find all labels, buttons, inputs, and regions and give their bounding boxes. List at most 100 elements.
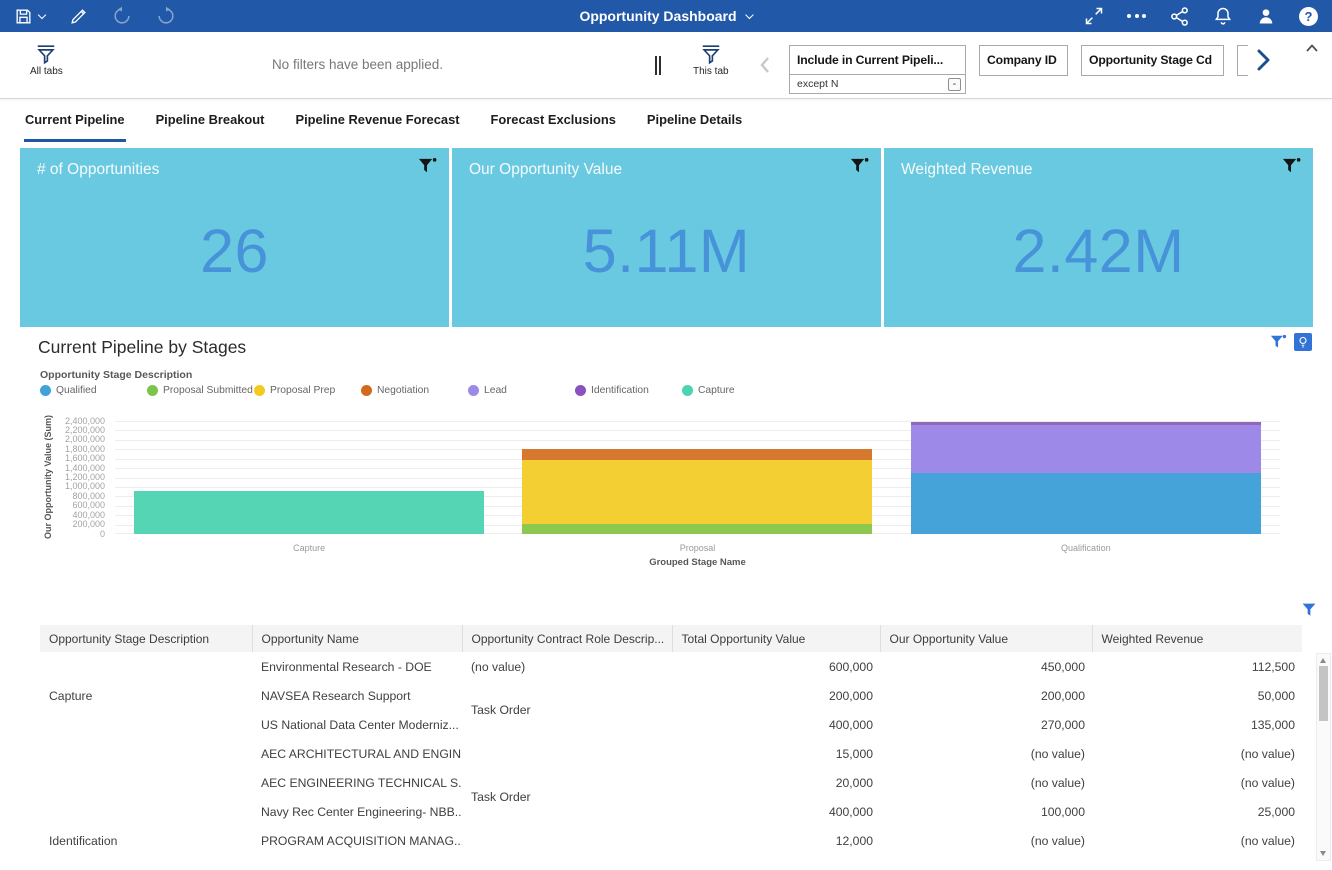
table-cell[interactable]: 600,000 bbox=[672, 652, 880, 681]
dashboard-title-menu[interactable]: Opportunity Dashboard bbox=[579, 0, 752, 32]
scroll-down-arrow[interactable] bbox=[1320, 851, 1326, 856]
redo-button[interactable] bbox=[156, 6, 176, 26]
kpi-filter-button[interactable] bbox=[850, 157, 869, 176]
table-cell[interactable]: Capture bbox=[40, 652, 252, 739]
legend-label: Capture bbox=[698, 385, 735, 396]
table-filter-button[interactable] bbox=[1301, 602, 1317, 618]
bar-segment-proposal-prep[interactable] bbox=[522, 460, 872, 524]
table-cell[interactable]: 135,000 bbox=[1092, 710, 1302, 739]
table-cell[interactable]: PROGRAM ACQUISITION MANAG... bbox=[252, 826, 462, 855]
tab-current-pipeline[interactable]: Current Pipeline bbox=[24, 100, 126, 142]
table-cell[interactable]: 400,000 bbox=[672, 797, 880, 826]
help-button[interactable]: ? bbox=[1299, 7, 1318, 26]
table-cell[interactable]: 12,000 bbox=[672, 826, 880, 855]
table-cell[interactable]: AEC ENGINEERING TECHNICAL S... bbox=[252, 768, 462, 797]
undo-button[interactable] bbox=[112, 6, 132, 26]
remove-filter-condition-button[interactable]: - bbox=[948, 78, 961, 91]
legend-item-qualified[interactable]: Qualified bbox=[40, 385, 147, 396]
share-button[interactable] bbox=[1169, 6, 1190, 27]
edit-button[interactable] bbox=[69, 7, 88, 26]
bar-segment-identification[interactable] bbox=[911, 422, 1261, 425]
bar-segment-capture[interactable] bbox=[134, 491, 484, 534]
column-header-opportunity-stage-description[interactable]: Opportunity Stage Description bbox=[40, 625, 252, 652]
chips-scroll-left-button[interactable] bbox=[758, 55, 773, 80]
tab-pipeline-revenue-forecast[interactable]: Pipeline Revenue Forecast bbox=[294, 100, 460, 142]
table-cell[interactable]: 25,000 bbox=[1092, 797, 1302, 826]
table-cell[interactable]: 450,000 bbox=[880, 652, 1092, 681]
table-cell[interactable]: 200,000 bbox=[880, 681, 1092, 710]
table-cell[interactable]: 112,500 bbox=[1092, 652, 1302, 681]
table-cell[interactable]: 20,000 bbox=[672, 768, 880, 797]
column-header-total-opportunity-value[interactable]: Total Opportunity Value bbox=[672, 625, 880, 652]
tab-pipeline-details[interactable]: Pipeline Details bbox=[646, 100, 743, 142]
bar-segment-qualified[interactable] bbox=[911, 473, 1261, 534]
table-cell[interactable]: Identification bbox=[40, 826, 252, 855]
table-cell[interactable]: 400,000 bbox=[672, 710, 880, 739]
table-cell[interactable]: Task Order bbox=[462, 768, 672, 826]
table-row: IdentificationPROGRAM ACQUISITION MANAG.… bbox=[40, 826, 1302, 855]
table-cell[interactable]: (no value) bbox=[1092, 768, 1302, 797]
legend-dot bbox=[682, 385, 693, 396]
table-cell[interactable]: Task Order bbox=[462, 681, 672, 739]
all-tabs-filter-button[interactable]: All tabs bbox=[30, 43, 63, 77]
table-cell[interactable]: (no value) bbox=[880, 739, 1092, 768]
tab-pipeline-breakout[interactable]: Pipeline Breakout bbox=[155, 100, 266, 142]
legend-item-identification[interactable]: Identification bbox=[575, 385, 682, 396]
legend-item-capture[interactable]: Capture bbox=[682, 385, 789, 396]
filter-chip-include-in-current-pipeli[interactable]: Include in Current Pipeli...except N- bbox=[789, 45, 966, 94]
table-cell[interactable]: (no value) bbox=[462, 652, 672, 681]
table-cell[interactable]: US National Data Center Moderniz... bbox=[252, 710, 462, 739]
table-cell[interactable] bbox=[462, 826, 672, 855]
insights-button[interactable] bbox=[1294, 333, 1312, 351]
save-button[interactable] bbox=[14, 7, 45, 26]
table-cell[interactable] bbox=[462, 739, 672, 768]
more-options-button[interactable] bbox=[1127, 14, 1146, 18]
column-header-our-opportunity-value[interactable]: Our Opportunity Value bbox=[880, 625, 1092, 652]
filter-chip-opportunity-stage-cd[interactable]: Opportunity Stage Cd bbox=[1081, 45, 1224, 76]
all-tabs-label: All tabs bbox=[30, 66, 63, 77]
table-cell[interactable]: 50,000 bbox=[1092, 681, 1302, 710]
bar-segment-lead[interactable] bbox=[911, 425, 1261, 473]
x-axis-category-label: Capture bbox=[115, 543, 503, 553]
kpi-card-of-opportunities[interactable]: # of Opportunities26 bbox=[20, 148, 449, 327]
tab-forecast-exclusions[interactable]: Forecast Exclusions bbox=[490, 100, 617, 142]
filter-chip-partial[interactable] bbox=[1237, 45, 1248, 76]
table-cell[interactable]: NAVSEA Research Support bbox=[252, 681, 462, 710]
notifications-button[interactable] bbox=[1213, 6, 1233, 26]
share-icon bbox=[1169, 6, 1190, 27]
table-cell[interactable]: (no value) bbox=[1092, 739, 1302, 768]
legend-item-lead[interactable]: Lead bbox=[468, 385, 575, 396]
scroll-up-arrow[interactable] bbox=[1320, 658, 1326, 663]
this-tab-filter-button[interactable]: This tab bbox=[693, 43, 729, 77]
kpi-card-our-opportunity-value[interactable]: Our Opportunity Value5.11M bbox=[452, 148, 881, 327]
table-cell[interactable]: 15,000 bbox=[672, 739, 880, 768]
table-cell[interactable]: 200,000 bbox=[672, 681, 880, 710]
table-cell[interactable]: 100,000 bbox=[880, 797, 1092, 826]
table-cell[interactable]: (no value) bbox=[880, 768, 1092, 797]
column-header-weighted-revenue[interactable]: Weighted Revenue bbox=[1092, 625, 1302, 652]
chips-scroll-right-button[interactable] bbox=[1254, 48, 1272, 77]
table-cell[interactable]: Navy Rec Center Engineering- NBB... bbox=[252, 797, 462, 826]
table-cell[interactable]: 270,000 bbox=[880, 710, 1092, 739]
filter-chip-company-id[interactable]: Company ID bbox=[979, 45, 1068, 76]
legend-item-proposal-prep[interactable]: Proposal Prep bbox=[254, 385, 361, 396]
table-cell[interactable]: AEC ARCHITECTURAL AND ENGIN... bbox=[252, 739, 462, 768]
kpi-filter-button[interactable] bbox=[418, 157, 437, 176]
column-header-opportunity-name[interactable]: Opportunity Name bbox=[252, 625, 462, 652]
kpi-card-weighted-revenue[interactable]: Weighted Revenue2.42M bbox=[884, 148, 1313, 327]
fullscreen-button[interactable] bbox=[1084, 6, 1104, 26]
scrollbar-thumb[interactable] bbox=[1319, 666, 1328, 721]
chart-filter-button[interactable] bbox=[1270, 334, 1287, 351]
bar-segment-negotiation[interactable] bbox=[522, 449, 872, 459]
table-cell[interactable]: (no value) bbox=[1092, 826, 1302, 855]
table-cell[interactable]: (no value) bbox=[880, 826, 1092, 855]
table-cell[interactable]: Environmental Research - DOE bbox=[252, 652, 462, 681]
kpi-filter-button[interactable] bbox=[1282, 157, 1301, 176]
legend-item-negotiation[interactable]: Negotiation bbox=[361, 385, 468, 396]
bar-segment-proposal-submitted[interactable] bbox=[522, 524, 872, 534]
table-cell[interactable] bbox=[40, 739, 252, 826]
legend-item-proposal-submitted[interactable]: Proposal Submitted bbox=[147, 385, 254, 396]
account-button[interactable] bbox=[1256, 6, 1276, 26]
collapse-filter-bar-button[interactable] bbox=[1305, 40, 1319, 58]
column-header-opportunity-contract-role-descrip[interactable]: Opportunity Contract Role Descrip... bbox=[462, 625, 672, 652]
